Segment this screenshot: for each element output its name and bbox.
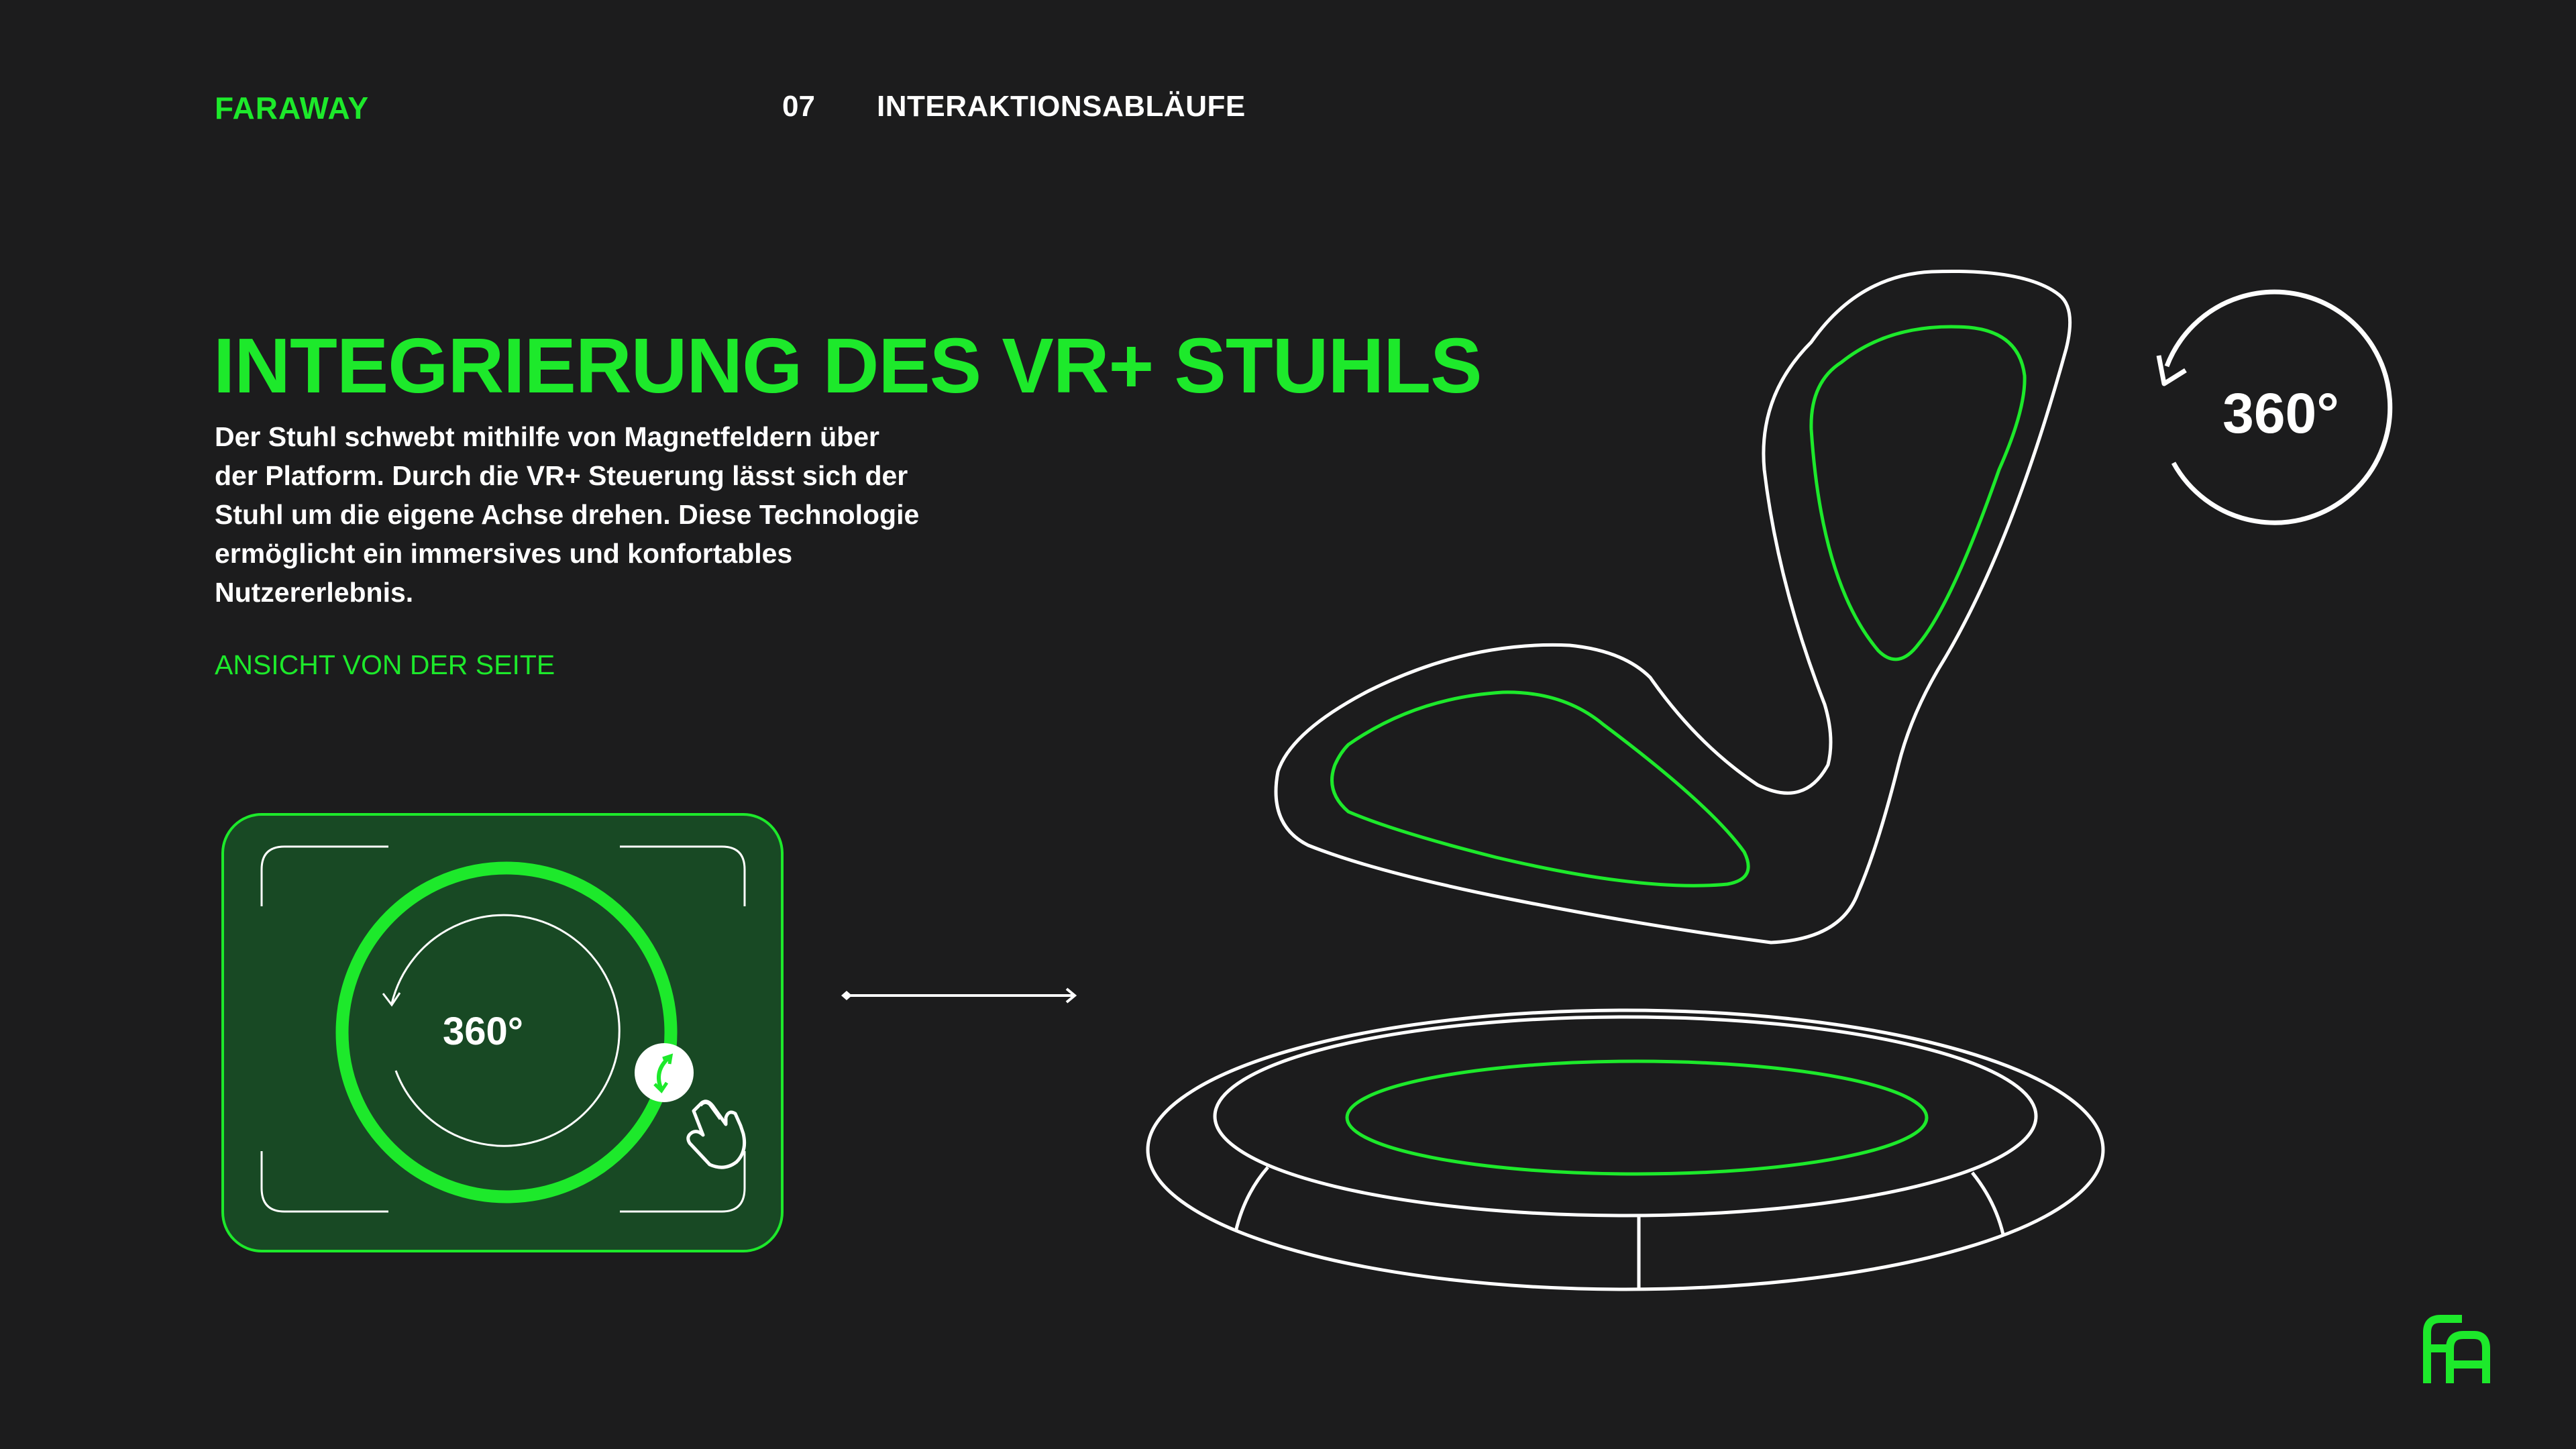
chair-outline (1274, 269, 2072, 945)
rotation-indicator-label: 360° (2222, 382, 2339, 445)
faraway-logo-icon (2423, 1315, 2490, 1383)
levitation-platform (1146, 1008, 2105, 1291)
vr-chair-illustration (1146, 269, 2393, 1291)
chair-back-accent (1809, 325, 2027, 661)
